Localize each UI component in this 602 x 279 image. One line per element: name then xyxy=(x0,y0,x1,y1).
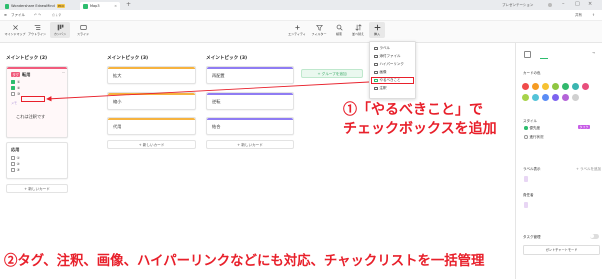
task-management-label: タスク管理 xyxy=(523,235,541,239)
color-swatch[interactable] xyxy=(522,94,529,101)
collapse-panel-icon[interactable]: ⇥ xyxy=(592,51,595,55)
right-panel: ⇥ カードの色 スタイル 優先度 タスク 進行状況 ラベル表示 + ラベルを追加… xyxy=(515,43,602,279)
format-tab-icon[interactable] xyxy=(540,50,548,59)
color-swatch[interactable] xyxy=(552,94,559,101)
color-swatch[interactable] xyxy=(542,83,549,90)
color-swatch[interactable] xyxy=(562,94,569,101)
color-swatch[interactable] xyxy=(582,83,589,90)
task-toggle[interactable] xyxy=(590,234,599,239)
annotation-arrow xyxy=(46,81,370,102)
card-color-label: カードの色 xyxy=(523,71,541,75)
color-swatch[interactable] xyxy=(532,83,539,90)
annotation-line-1: ①「やるべきこと」で xyxy=(343,102,483,118)
priority-label: 優先度 xyxy=(529,126,541,130)
label-section-title: ラベル表示 xyxy=(523,167,541,171)
color-swatch[interactable] xyxy=(552,83,559,90)
color-swatch[interactable] xyxy=(532,94,539,101)
add-label-button[interactable]: + ラベルを追加 xyxy=(576,167,601,171)
color-swatch[interactable] xyxy=(562,83,569,90)
priority-option[interactable]: 優先度 xyxy=(524,126,540,130)
color-swatch[interactable] xyxy=(572,94,579,101)
label-chip[interactable] xyxy=(524,176,528,182)
progress-option[interactable]: 進行状況 xyxy=(524,135,544,139)
radio-selected-icon[interactable] xyxy=(524,126,528,130)
gantt-mode-button[interactable]: ガントチャートモード xyxy=(523,245,600,255)
style-tab-icon[interactable] xyxy=(524,51,531,58)
color-swatch[interactable] xyxy=(572,83,579,90)
color-swatch[interactable] xyxy=(542,94,549,101)
assignee-chip[interactable] xyxy=(524,202,528,208)
radio-icon[interactable] xyxy=(524,135,528,139)
color-swatches xyxy=(522,83,602,103)
assignee-label: 責任者 xyxy=(523,193,534,197)
annotation-bottom: ②タグ、注釈、画像、ハイパーリンクなどにも対応、チャックリストを一括管理 xyxy=(4,253,485,269)
annotation-line-2: チェックボックスを追加 xyxy=(343,121,497,137)
priority-tag[interactable]: タスク xyxy=(578,125,591,129)
color-swatch[interactable] xyxy=(522,83,529,90)
style-label: スタイル xyxy=(523,119,537,123)
progress-label: 進行状況 xyxy=(529,135,544,139)
